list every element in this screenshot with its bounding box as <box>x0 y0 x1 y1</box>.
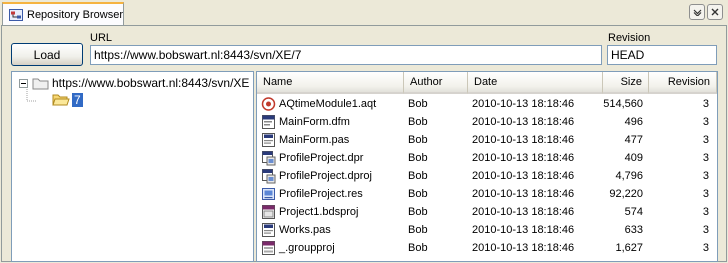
dropdown-button[interactable] <box>689 4 705 20</box>
cell-date: 2010-10-13 18:18:46 <box>472 206 575 218</box>
chevron-down-icon <box>693 9 701 16</box>
table-row[interactable]: Project1.bdsproj Bob 2010-10-13 18:18:46 57… <box>257 203 717 221</box>
cell-name: ProfileProject.res <box>279 188 363 200</box>
cell-size: 633 <box>624 224 643 236</box>
cell-size: 477 <box>624 134 643 146</box>
tab-strip: Repository Browser <box>0 0 728 26</box>
close-button[interactable] <box>707 4 723 20</box>
column-header-revision[interactable]: Revision <box>649 72 717 94</box>
collapse-toggle[interactable] <box>19 79 28 88</box>
dproj-file-icon <box>262 169 276 184</box>
url-label: URL <box>90 32 113 44</box>
table-row[interactable]: MainForm.pas Bob 2010-10-13 18:18:46 477 3 <box>257 131 717 149</box>
dfm-file-icon <box>262 115 275 129</box>
url-input[interactable]: https://www.bobswart.nl:8443/svn/XE/7 <box>90 45 602 65</box>
cell-size: 514,560 <box>603 98 643 110</box>
close-icon <box>711 8 719 16</box>
cell-author: Bob <box>408 206 428 218</box>
cell-date: 2010-10-13 18:18:46 <box>472 152 575 164</box>
tree-root-node[interactable]: https://www.bobswart.nl:8443/svn/XE <box>52 76 249 90</box>
cell-date: 2010-10-13 18:18:46 <box>472 98 575 110</box>
tree-child-node[interactable]: 7 <box>72 93 83 107</box>
table-row[interactable]: ProfileProject.res Bob 2010-10-13 18:18:46… <box>257 185 717 203</box>
pas-file-icon <box>262 133 275 147</box>
table-row[interactable]: ProfileProject.dpr Bob 2010-10-13 18:18:46… <box>257 149 717 167</box>
cell-author: Bob <box>408 134 428 146</box>
aqt-file-icon <box>261 97 276 111</box>
cell-revision: 3 <box>702 134 709 146</box>
cell-name: MainForm.dfm <box>279 116 350 128</box>
column-header-name[interactable]: Name <box>257 72 404 94</box>
cell-revision: 3 <box>702 98 709 110</box>
tab-label: Repository Browser <box>27 9 123 21</box>
cell-author: Bob <box>408 188 428 200</box>
revision-input[interactable]: HEAD <box>607 45 717 65</box>
cell-author: Bob <box>408 98 428 110</box>
pas-file-icon <box>262 223 275 237</box>
cell-size: 92,220 <box>609 188 643 200</box>
cell-author: Bob <box>408 152 428 164</box>
cell-name: AQtimeModule1.aqt <box>279 98 377 110</box>
cell-name: MainForm.pas <box>279 134 350 146</box>
cell-date: 2010-10-13 18:18:46 <box>472 116 575 128</box>
cell-author: Bob <box>408 116 428 128</box>
groupproj-file-icon <box>262 241 275 255</box>
cell-date: 2010-10-13 18:18:46 <box>472 170 575 182</box>
cell-name: ProfileProject.dproj <box>279 170 372 182</box>
dpr-file-icon <box>262 151 276 166</box>
cell-revision: 3 <box>702 170 709 182</box>
column-header-size[interactable]: Size <box>603 72 649 94</box>
cell-revision: 3 <box>702 206 709 218</box>
cell-date: 2010-10-13 18:18:46 <box>472 188 575 200</box>
res-file-icon <box>262 188 275 200</box>
cell-name: Works.pas <box>279 224 331 236</box>
load-button[interactable]: Load <box>11 43 83 66</box>
repository-icon <box>9 9 23 21</box>
cell-author: Bob <box>408 170 428 182</box>
cell-author: Bob <box>408 242 428 254</box>
file-list[interactable]: Name Author Date Size Revision AQtimeMod… <box>256 71 718 262</box>
cell-size: 496 <box>624 116 643 128</box>
table-row[interactable]: Works.pas Bob 2010-10-13 18:18:46 633 3 <box>257 221 717 239</box>
table-row[interactable]: ProfileProject.dproj Bob 2010-10-13 18:18:… <box>257 167 717 185</box>
repository-tree[interactable]: https://www.bobswart.nl:8443/svn/XE 7 <box>11 71 254 262</box>
tab-repository-browser[interactable]: Repository Browser <box>2 2 124 26</box>
cell-revision: 3 <box>702 188 709 200</box>
cell-revision: 3 <box>702 116 709 128</box>
revision-label: Revision <box>608 32 651 44</box>
cell-revision: 3 <box>702 224 709 236</box>
cell-date: 2010-10-13 18:18:46 <box>472 134 575 146</box>
cell-author: Bob <box>408 224 428 236</box>
cell-size: 1,627 <box>615 242 643 254</box>
cell-date: 2010-10-13 18:18:46 <box>472 242 575 254</box>
open-folder-icon <box>52 94 70 106</box>
column-header-date[interactable]: Date <box>468 72 603 94</box>
cell-name: _.groupproj <box>279 242 335 254</box>
table-row[interactable]: AQtimeModule1.aqt Bob 2010-10-13 18:18:46 5… <box>257 95 717 113</box>
minus-icon <box>21 83 26 84</box>
cell-date: 2010-10-13 18:18:46 <box>472 224 575 236</box>
cell-name: Project1.bdsproj <box>279 206 359 218</box>
folder-icon <box>32 78 49 90</box>
cell-revision: 3 <box>702 242 709 254</box>
cell-size: 409 <box>624 152 643 164</box>
bdsproj-file-icon <box>262 205 275 219</box>
column-header-author[interactable]: Author <box>404 72 468 94</box>
cell-revision: 3 <box>702 152 709 164</box>
cell-size: 4,796 <box>615 170 643 182</box>
cell-size: 574 <box>624 206 643 218</box>
table-row[interactable]: MainForm.dfm Bob 2010-10-13 18:18:46 496 3 <box>257 113 717 131</box>
cell-name: ProfileProject.dpr <box>279 152 364 164</box>
table-row[interactable]: _.groupproj Bob 2010-10-13 18:18:46 1,627 3 <box>257 239 717 257</box>
